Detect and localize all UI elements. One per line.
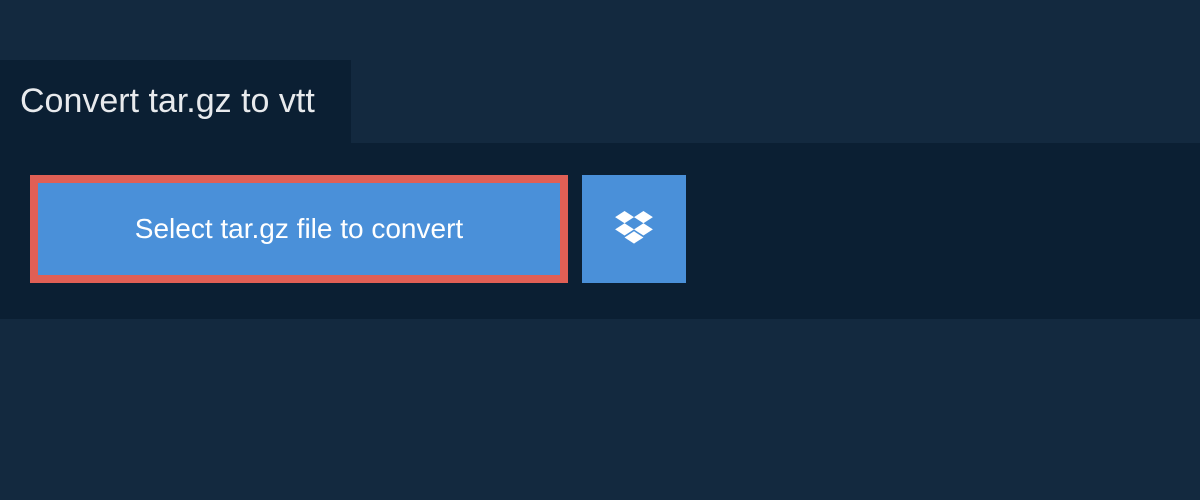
- dropbox-icon: [615, 211, 653, 248]
- upload-panel: Select tar.gz file to convert: [0, 143, 1200, 319]
- select-file-label: Select tar.gz file to convert: [135, 213, 463, 244]
- select-file-button[interactable]: Select tar.gz file to convert: [30, 175, 568, 283]
- header-tab: Convert tar.gz to vtt: [0, 60, 351, 143]
- page-title: Convert tar.gz to vtt: [20, 82, 315, 121]
- dropbox-button[interactable]: [582, 175, 686, 283]
